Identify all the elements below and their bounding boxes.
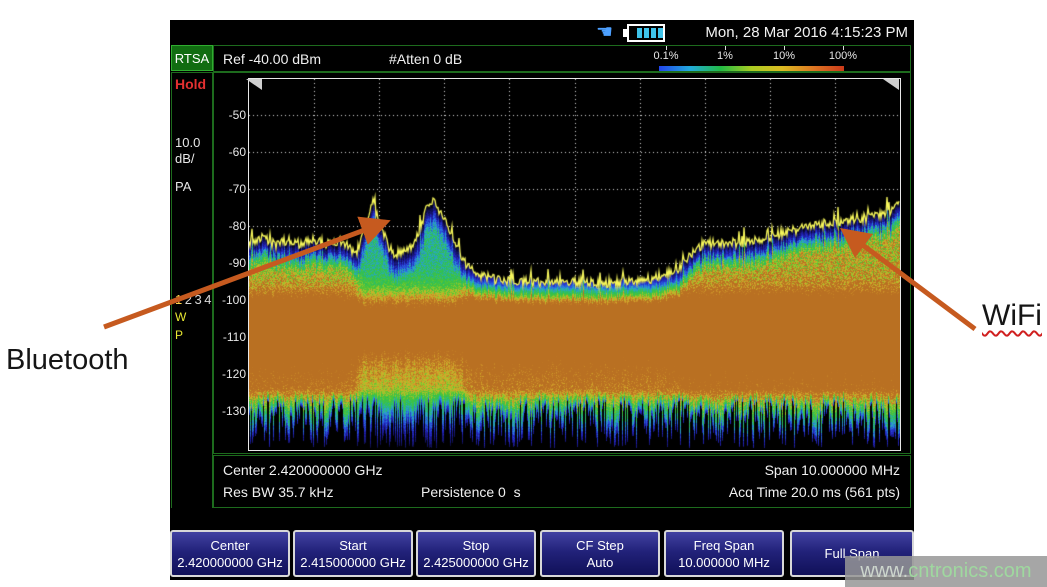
scale-label-01: 0.1% [653,50,678,62]
acq-time-readout: Acq Time 20.0 ms (561 pts) [729,484,900,500]
softkey-label: Center [210,537,249,554]
mode-badge-rtsa: RTSA [171,45,213,71]
softkey-start[interactable]: Start 2.415000000 GHz [293,530,413,577]
softkey-stop[interactable]: Stop 2.425000000 GHz [416,530,536,577]
softkey-center[interactable]: Center 2.420000000 GHz [170,530,290,577]
scale-per-div-value: 10.0 [175,135,200,150]
softkey-label: CF Step [576,537,624,554]
ref-level-readout: Ref -40.00 dBm [223,51,321,67]
y-tick-label: -110 [212,328,246,346]
softkey-cf-step[interactable]: CF Step Auto [540,530,660,577]
softkey-label: Freq Span [694,537,755,554]
annotation-bar: Ref -40.00 dBm #Atten 0 dB 0.1% 1% 10% 1… [213,45,911,72]
touch-pointer-icon: ☚ [596,21,613,44]
density-scale-bar [659,66,844,71]
scale-label-100: 100% [829,50,857,62]
spectrum-density-canvas [249,79,900,450]
scale-per-div-unit: dB/ [175,151,195,166]
trace-mode-write: W [175,310,186,324]
softkey-label: Start [339,537,366,554]
watermark-domain: cntronics.com [908,560,1031,583]
page: ☚ Mon, 28 Mar 2016 4:15:23 PM RTSA Ref -… [0,0,1047,587]
y-tick-label: -100 [212,291,246,309]
persistence-readout: Persistence 0 s [421,484,521,500]
detector-peak: P [175,328,183,342]
rbw-readout: Res BW 35.7 kHz [223,484,333,500]
y-tick-label: -80 [212,217,246,235]
span-readout: Span 10.000000 MHz [765,462,900,478]
scale-label-10: 10% [773,50,795,62]
scale-label-1: 1% [717,50,733,62]
y-tick-label: -70 [212,180,246,198]
softkey-value: 2.425000000 GHz [423,554,529,571]
wifi-callout-label: WiFi [982,299,1042,333]
y-tick-label: -120 [212,365,246,383]
y-tick-label: -50 [212,106,246,124]
trace-indicators: 1234 [175,292,214,307]
watermark-prefix: www. [860,560,908,583]
hold-indicator: Hold [175,76,206,92]
softkey-freq-span[interactable]: Freq Span 10.000000 MHz [664,530,784,577]
y-tick-label: -60 [212,143,246,161]
mode-label: RTSA [175,51,209,66]
y-tick-label: -130 [212,402,246,420]
left-annotation-column: Hold 10.0 dB/ PA 1234 W P [171,72,213,520]
preamp-indicator: PA [175,179,191,194]
watermark: www.cntronics.com [845,556,1047,587]
attenuation-readout: #Atten 0 dB [389,51,462,67]
battery-icon [622,23,666,43]
y-tick-label: -90 [212,254,246,272]
softkey-value: 2.420000000 GHz [177,554,283,571]
trace-1-active: 1 [175,292,185,307]
softkey-value: 10.000000 MHz [678,554,770,571]
softkey-value: Auto [587,554,614,571]
status-bar: Center 2.420000000 GHz Span 10.000000 MH… [213,455,911,508]
softkey-label: Stop [463,537,490,554]
datetime-display: Mon, 28 Mar 2016 4:15:23 PM [674,24,908,41]
bluetooth-callout-label: Bluetooth [6,344,129,377]
spectrum-plot-frame [248,78,901,451]
center-freq-readout: Center 2.420000000 GHz [223,462,383,478]
traces-2-3-4: 234 [185,292,214,307]
softkey-value: 2.415000000 GHz [300,554,406,571]
